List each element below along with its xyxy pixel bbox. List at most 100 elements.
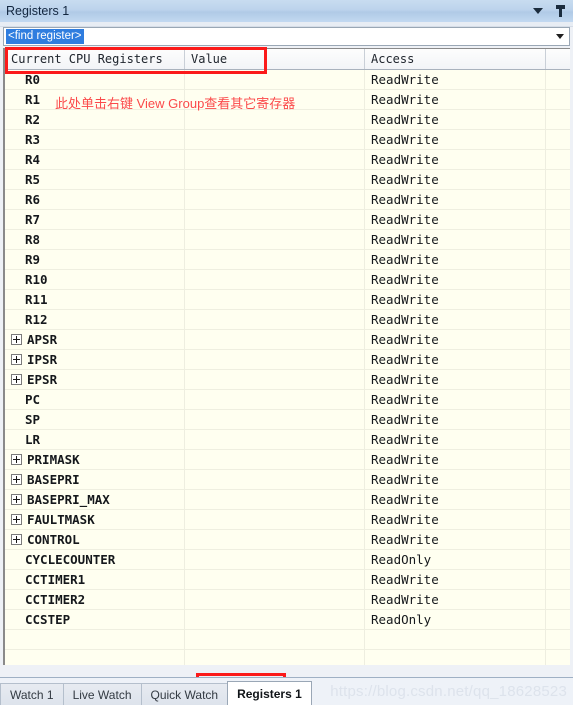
register-name-cell[interactable]: R10 xyxy=(5,270,185,289)
tab-watch-1[interactable]: Watch 1 xyxy=(0,683,64,705)
expand-plus-icon[interactable] xyxy=(11,354,22,365)
register-name-cell[interactable]: CYCLECOUNTER xyxy=(5,550,185,569)
expand-plus-icon[interactable] xyxy=(11,374,22,385)
register-value-cell[interactable] xyxy=(185,330,365,349)
expand-plus-icon[interactable] xyxy=(11,334,22,345)
register-name-cell[interactable]: R12 xyxy=(5,310,185,329)
register-value-cell[interactable] xyxy=(185,190,365,209)
register-name-cell[interactable]: BASEPRI xyxy=(5,470,185,489)
table-row[interactable]: R9 ReadWrite xyxy=(5,250,570,270)
column-header-value[interactable]: Value xyxy=(185,49,365,69)
tab-registers-1[interactable]: Registers 1 xyxy=(227,681,312,705)
register-value-cell[interactable] xyxy=(185,410,365,429)
table-row[interactable]: R0 ReadWrite xyxy=(5,70,570,90)
find-register-input[interactable]: <find register> xyxy=(6,29,84,44)
table-row[interactable]: R2 ReadWrite xyxy=(5,110,570,130)
register-value-cell[interactable] xyxy=(185,650,365,665)
expand-plus-icon[interactable] xyxy=(11,494,22,505)
pin-icon[interactable] xyxy=(555,5,566,17)
register-name-cell[interactable]: R1 xyxy=(5,90,185,109)
register-value-cell[interactable] xyxy=(185,390,365,409)
register-value-cell[interactable] xyxy=(185,590,365,609)
register-value-cell[interactable] xyxy=(185,310,365,329)
register-value-cell[interactable] xyxy=(185,530,365,549)
register-value-cell[interactable] xyxy=(185,150,365,169)
table-row[interactable]: BASEPRI_MAX ReadWrite xyxy=(5,490,570,510)
register-value-cell[interactable] xyxy=(185,550,365,569)
table-row[interactable]: R8 ReadWrite xyxy=(5,230,570,250)
register-value-cell[interactable] xyxy=(185,130,365,149)
register-name-cell[interactable]: CONTROL xyxy=(5,530,185,549)
table-row[interactable]: CYCLECOUNTER ReadOnly xyxy=(5,550,570,570)
table-row[interactable]: R10 ReadWrite xyxy=(5,270,570,290)
register-value-cell[interactable] xyxy=(185,370,365,389)
table-row[interactable]: PRIMASK ReadWrite xyxy=(5,450,570,470)
register-value-cell[interactable] xyxy=(185,110,365,129)
column-header-tail[interactable] xyxy=(546,49,570,69)
register-value-cell[interactable] xyxy=(185,290,365,309)
find-register-bar[interactable]: <find register> xyxy=(3,27,570,46)
register-value-cell[interactable] xyxy=(185,510,365,529)
table-row[interactable]: R7 ReadWrite xyxy=(5,210,570,230)
table-row[interactable] xyxy=(5,650,570,665)
register-name-cell[interactable]: R11 xyxy=(5,290,185,309)
tab-quick-watch[interactable]: Quick Watch xyxy=(140,683,229,705)
register-name-cell[interactable]: R8 xyxy=(5,230,185,249)
register-name-cell[interactable]: R3 xyxy=(5,130,185,149)
register-value-cell[interactable] xyxy=(185,270,365,289)
table-row[interactable]: LR ReadWrite xyxy=(5,430,570,450)
table-row[interactable]: R6 ReadWrite xyxy=(5,190,570,210)
register-value-cell[interactable] xyxy=(185,170,365,189)
table-row[interactable]: CCTIMER2 ReadWrite xyxy=(5,590,570,610)
register-name-cell[interactable]: CCSTEP xyxy=(5,610,185,629)
register-value-cell[interactable] xyxy=(185,230,365,249)
table-row[interactable]: BASEPRI ReadWrite xyxy=(5,470,570,490)
register-name-cell[interactable] xyxy=(5,630,185,649)
table-row[interactable] xyxy=(5,630,570,650)
register-value-cell[interactable] xyxy=(185,630,365,649)
register-name-cell[interactable] xyxy=(5,650,185,665)
table-row[interactable]: CCTIMER1 ReadWrite xyxy=(5,570,570,590)
table-row[interactable]: CCSTEP ReadOnly xyxy=(5,610,570,630)
register-name-cell[interactable]: BASEPRI_MAX xyxy=(5,490,185,509)
register-name-cell[interactable]: FAULTMASK xyxy=(5,510,185,529)
chevron-down-icon[interactable] xyxy=(556,34,564,39)
table-row[interactable]: R1 ReadWrite xyxy=(5,90,570,110)
register-name-cell[interactable]: APSR xyxy=(5,330,185,349)
register-value-cell[interactable] xyxy=(185,90,365,109)
table-row[interactable]: IPSR ReadWrite xyxy=(5,350,570,370)
table-row[interactable]: CONTROL ReadWrite xyxy=(5,530,570,550)
register-value-cell[interactable] xyxy=(185,70,365,89)
table-row[interactable]: PC ReadWrite xyxy=(5,390,570,410)
register-name-cell[interactable]: R6 xyxy=(5,190,185,209)
column-header-name[interactable]: Current CPU Registers xyxy=(5,49,185,69)
register-name-cell[interactable]: CCTIMER1 xyxy=(5,570,185,589)
register-name-cell[interactable]: R4 xyxy=(5,150,185,169)
register-value-cell[interactable] xyxy=(185,570,365,589)
register-name-cell[interactable]: R2 xyxy=(5,110,185,129)
register-value-cell[interactable] xyxy=(185,210,365,229)
chevron-down-icon[interactable] xyxy=(533,8,543,14)
expand-plus-icon[interactable] xyxy=(11,514,22,525)
register-name-cell[interactable]: IPSR xyxy=(5,350,185,369)
expand-plus-icon[interactable] xyxy=(11,454,22,465)
expand-plus-icon[interactable] xyxy=(11,534,22,545)
register-value-cell[interactable] xyxy=(185,610,365,629)
register-value-cell[interactable] xyxy=(185,430,365,449)
table-row[interactable]: R5 ReadWrite xyxy=(5,170,570,190)
column-header-access[interactable]: Access xyxy=(365,49,546,69)
register-name-cell[interactable]: PRIMASK xyxy=(5,450,185,469)
register-name-cell[interactable]: EPSR xyxy=(5,370,185,389)
table-row[interactable]: R12 ReadWrite xyxy=(5,310,570,330)
register-value-cell[interactable] xyxy=(185,250,365,269)
register-value-cell[interactable] xyxy=(185,350,365,369)
register-name-cell[interactable]: R0 xyxy=(5,70,185,89)
register-name-cell[interactable]: R5 xyxy=(5,170,185,189)
table-row[interactable]: R4 ReadWrite xyxy=(5,150,570,170)
register-value-cell[interactable] xyxy=(185,470,365,489)
expand-plus-icon[interactable] xyxy=(11,474,22,485)
register-name-cell[interactable]: SP xyxy=(5,410,185,429)
register-name-cell[interactable]: CCTIMER2 xyxy=(5,590,185,609)
register-value-cell[interactable] xyxy=(185,450,365,469)
table-row[interactable]: R11 ReadWrite xyxy=(5,290,570,310)
